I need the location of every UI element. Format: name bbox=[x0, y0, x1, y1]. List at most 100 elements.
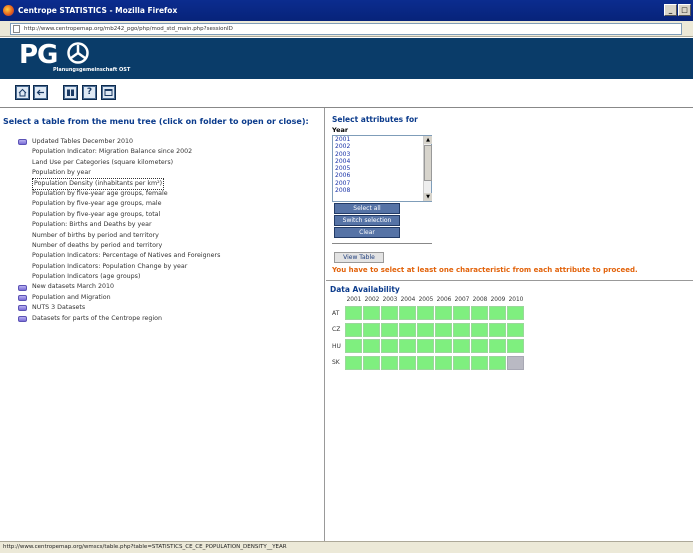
available-cell bbox=[417, 355, 434, 370]
maximize-button[interactable]: □ bbox=[678, 4, 691, 16]
clear-button[interactable]: Clear bbox=[334, 227, 400, 238]
available-cell bbox=[345, 322, 362, 337]
tree-item[interactable]: Population: Births and Deaths by year bbox=[18, 220, 220, 230]
toolbar: ? bbox=[0, 79, 693, 107]
grid-year-label: 2006 bbox=[436, 297, 452, 303]
grid-row: AT bbox=[331, 305, 525, 322]
menu-tree-pane: Select a table from the menu tree (click… bbox=[0, 108, 325, 541]
grid-header: 2001 2002 2003 2004 2005 2006 2007 2008 2009 2010 bbox=[331, 295, 525, 305]
grid-year-label: 2003 bbox=[382, 297, 398, 303]
year-option[interactable]: 2003 bbox=[333, 151, 431, 158]
view-table-button[interactable]: View Table bbox=[334, 252, 384, 263]
back-button[interactable] bbox=[33, 85, 48, 100]
tree-item[interactable]: Population Indicator: Migration Balance … bbox=[18, 147, 220, 157]
tree-folder[interactable]: NUTS 3 Datasets bbox=[18, 303, 220, 313]
help-icon: ? bbox=[84, 87, 95, 98]
available-cell bbox=[381, 355, 398, 370]
tree-folder[interactable]: Datasets for parts of the Centrope regio… bbox=[18, 314, 220, 324]
pgo-logo: PG bbox=[19, 40, 58, 70]
logo-subtitle: Planungsgemeinschaft OST bbox=[53, 67, 131, 73]
available-cell bbox=[435, 322, 452, 337]
year-option[interactable]: 2004 bbox=[333, 158, 431, 165]
available-cell bbox=[507, 322, 524, 337]
year-option[interactable]: 2008 bbox=[333, 187, 431, 194]
available-cell bbox=[417, 339, 434, 354]
grid-year-label: 2010 bbox=[508, 297, 524, 303]
year-scrollbar[interactable]: ▲ ▼ bbox=[423, 136, 432, 201]
missing-cell bbox=[507, 355, 524, 370]
year-option[interactable]: 2006 bbox=[333, 172, 431, 179]
scroll-thumb[interactable] bbox=[424, 145, 432, 181]
tree-folder[interactable]: Population and Migration bbox=[18, 293, 220, 303]
tree-label: Population Indicators: Population Change… bbox=[32, 262, 188, 270]
book-icon bbox=[65, 87, 76, 98]
tree-item[interactable]: Population by five-year age groups, tota… bbox=[18, 210, 220, 220]
minimize-button[interactable]: _ bbox=[664, 4, 677, 16]
attribute-pane: Select attributes for Year 2001 2002 2003 2… bbox=[326, 108, 693, 541]
tree-item[interactable]: Population Indicators: Percentage of Nat… bbox=[18, 251, 220, 261]
tree-item[interactable]: Population Indicators (age groups) bbox=[18, 272, 220, 282]
tree-label: Population by five-year age groups, male bbox=[32, 200, 162, 208]
tree-item[interactable]: Population by five-year age groups, male bbox=[18, 199, 220, 209]
tree-item[interactable]: Number of deaths by period and territory bbox=[18, 241, 220, 251]
window-icon bbox=[103, 87, 114, 98]
year-option[interactable]: 2001 bbox=[333, 136, 431, 143]
grid-year-label: 2004 bbox=[400, 297, 416, 303]
tree-item[interactable]: Land Use per Categories (square kilomete… bbox=[18, 158, 220, 168]
available-cell bbox=[345, 339, 362, 354]
year-option[interactable]: 2002 bbox=[333, 143, 431, 150]
available-cell bbox=[363, 322, 380, 337]
country-code: CZ bbox=[332, 326, 341, 334]
attributes-title: Select attributes for bbox=[332, 115, 418, 124]
help-button[interactable]: ? bbox=[82, 85, 97, 100]
available-cell bbox=[363, 355, 380, 370]
back-icon bbox=[35, 87, 46, 98]
available-cell bbox=[507, 306, 524, 321]
available-cell bbox=[507, 339, 524, 354]
logo-emblem-icon bbox=[67, 42, 89, 64]
url-text: http://www.centropemap.org/mb242_pgo/php… bbox=[24, 26, 233, 32]
year-option[interactable]: 2005 bbox=[333, 165, 431, 172]
available-cell bbox=[453, 355, 470, 370]
warning-message: You have to select at least one characte… bbox=[332, 266, 638, 274]
available-cell bbox=[489, 306, 506, 321]
book-button[interactable] bbox=[63, 85, 78, 100]
scroll-down-icon[interactable]: ▼ bbox=[424, 193, 432, 201]
available-cell bbox=[435, 339, 452, 354]
tree-label: Population by five-year age groups, fema… bbox=[32, 189, 168, 197]
tree-label: Population: Births and Deaths by year bbox=[32, 221, 152, 229]
window-button[interactable] bbox=[101, 85, 116, 100]
tree-item[interactable]: Population Density (inhabitants per km²) bbox=[18, 177, 220, 190]
availability-title: Data Availability bbox=[330, 285, 400, 294]
window-controls: _ □ bbox=[664, 4, 691, 16]
available-cell bbox=[453, 306, 470, 321]
tree-folder[interactable]: Updated Tables December 2010 bbox=[18, 137, 220, 147]
year-option[interactable]: 2007 bbox=[333, 180, 431, 187]
grid-year-label: 2009 bbox=[490, 297, 506, 303]
tree-item[interactable]: Population by five-year age groups, fema… bbox=[18, 189, 220, 199]
url-input[interactable]: http://www.centropemap.org/mb242_pgo/php… bbox=[10, 23, 682, 35]
available-cell bbox=[489, 355, 506, 370]
scroll-up-icon[interactable]: ▲ bbox=[424, 136, 432, 144]
tree-folder[interactable]: New datasets March 2010 bbox=[18, 282, 220, 292]
tree-label: Updated Tables December 2010 bbox=[32, 138, 134, 145]
select-all-button[interactable]: Select all bbox=[334, 203, 400, 214]
header-banner: PG Planungsgemeinschaft OST bbox=[0, 38, 693, 79]
grid-year-label: 2002 bbox=[364, 297, 380, 303]
available-cell bbox=[489, 339, 506, 354]
tree-item[interactable]: Number of births by period and territory bbox=[18, 231, 220, 241]
tree-item[interactable]: Population Indicators: Population Change… bbox=[18, 262, 220, 272]
year-listbox[interactable]: 2001 2002 2003 2004 2005 2006 2007 2008 ▲ ▼ bbox=[332, 135, 432, 202]
available-cell bbox=[399, 306, 416, 321]
address-bar: http://www.centropemap.org/mb242_pgo/php… bbox=[0, 21, 693, 37]
available-cell bbox=[471, 339, 488, 354]
tree-label: Population by five-year age groups, tota… bbox=[32, 210, 161, 218]
available-cell bbox=[471, 306, 488, 321]
switch-selection-button[interactable]: Switch selection bbox=[334, 215, 400, 226]
available-cell bbox=[363, 339, 380, 354]
home-button[interactable] bbox=[15, 85, 30, 100]
separator bbox=[332, 243, 432, 244]
tree-label: Number of deaths by period and territory bbox=[32, 241, 163, 249]
grid-year-label: 2005 bbox=[418, 297, 434, 303]
available-cell bbox=[399, 355, 416, 370]
